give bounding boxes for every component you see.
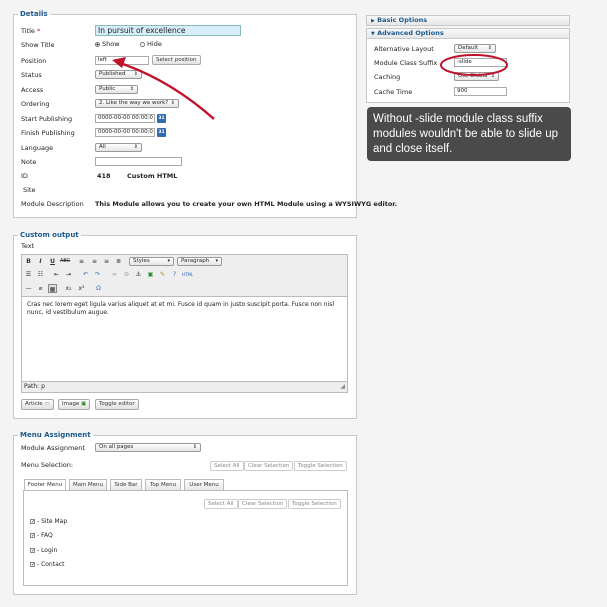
select-arrow-icon: ▾ bbox=[167, 258, 170, 264]
anchor-icon[interactable]: ⚓ bbox=[134, 270, 143, 279]
strikethrough-icon[interactable]: ABC bbox=[60, 257, 70, 266]
remove-format-icon[interactable]: ⌀ bbox=[36, 284, 45, 293]
resize-handle-icon[interactable]: ◢ bbox=[340, 382, 345, 392]
indent-icon[interactable]: ⇥ bbox=[64, 270, 73, 279]
tab-main-menu[interactable]: Main Menu bbox=[69, 479, 107, 490]
tab-side-bar[interactable]: Side Bar bbox=[110, 479, 142, 490]
editor-text: Cras nec lorem eget ligula varius alique… bbox=[27, 301, 335, 316]
special-character-icon[interactable]: Ω bbox=[94, 284, 103, 293]
image-button[interactable]: Image ▣ bbox=[58, 399, 91, 410]
cleanup-icon[interactable]: ✎ bbox=[158, 270, 167, 279]
horizontal-rule-icon[interactable]: — bbox=[24, 284, 33, 293]
select-arrow-icon: ▾ bbox=[215, 258, 218, 264]
toggle-editor-button[interactable]: Toggle editor bbox=[95, 399, 139, 410]
article-icon: ▭ bbox=[44, 401, 50, 407]
annotation-tooltip: Without -slide module class suffix modul… bbox=[367, 107, 571, 161]
module-assignment-select[interactable]: On all pages ⇕ bbox=[95, 443, 201, 452]
article-button[interactable]: Article ▭ bbox=[21, 399, 54, 410]
menu-assignment-legend: Menu Assignment bbox=[20, 431, 91, 439]
subscript-icon[interactable]: x₂ bbox=[64, 284, 73, 293]
image-icon[interactable]: ▣ bbox=[146, 270, 155, 279]
editor-statusbar: Path: p ◢ bbox=[21, 382, 348, 393]
toggle-selection-button[interactable]: Toggle Selection bbox=[294, 461, 347, 471]
editor-content-area[interactable]: Cras nec lorem eget ligula varius alique… bbox=[21, 296, 348, 382]
redo-icon[interactable]: ↷ bbox=[93, 270, 102, 279]
checkbox-checked-icon: ✓ bbox=[30, 562, 36, 568]
align-center-icon[interactable]: ≡ bbox=[90, 257, 99, 266]
html-icon[interactable]: HTML bbox=[182, 270, 193, 279]
help-icon[interactable]: ? bbox=[170, 270, 179, 279]
tab-select-all-button[interactable]: Select All bbox=[204, 499, 238, 509]
align-left-icon[interactable]: ≡ bbox=[77, 257, 86, 266]
tab-user-menu[interactable]: User Menu bbox=[184, 479, 224, 490]
image-icon: ▣ bbox=[80, 401, 87, 407]
menu-item-checkbox[interactable]: ✓ - Contact bbox=[30, 561, 64, 568]
visual-aid-icon[interactable]: ▦ bbox=[48, 284, 57, 293]
unlink-icon[interactable]: ⊘ bbox=[122, 270, 131, 279]
menu-selection-label: Menu Selection: bbox=[21, 461, 74, 469]
styles-select[interactable]: Styles ▾ bbox=[129, 257, 174, 266]
undo-icon[interactable]: ↶ bbox=[81, 270, 90, 279]
checkbox-checked-icon: ✓ bbox=[30, 533, 36, 539]
clear-selection-button[interactable]: Clear Selection bbox=[244, 461, 294, 471]
align-right-icon[interactable]: ≡ bbox=[102, 257, 111, 266]
checkbox-checked-icon: ✓ bbox=[30, 548, 36, 554]
select-arrows-icon: ⇕ bbox=[192, 444, 197, 450]
outdent-icon[interactable]: ⇤ bbox=[52, 270, 61, 279]
superscript-icon[interactable]: x² bbox=[77, 284, 86, 293]
menu-item-checkbox[interactable]: ✓ - FAQ bbox=[30, 532, 53, 539]
link-icon[interactable]: ∞ bbox=[110, 270, 119, 279]
align-justify-icon[interactable]: ≣ bbox=[114, 257, 123, 266]
numbered-list-icon[interactable]: ☷ bbox=[36, 270, 45, 279]
module-assignment-label: Module Assignment bbox=[21, 444, 85, 452]
tab-top-menu[interactable]: Top Menu bbox=[145, 479, 181, 490]
text-label: Text bbox=[21, 242, 35, 250]
bold-icon[interactable]: B bbox=[24, 257, 33, 266]
bullet-list-icon[interactable]: ☰ bbox=[24, 270, 33, 279]
editor-path: Path: p bbox=[24, 383, 45, 390]
checkbox-checked-icon: ✓ bbox=[30, 519, 36, 525]
tab-toggle-selection-button[interactable]: Toggle Selection bbox=[288, 499, 341, 509]
menu-item-checkbox[interactable]: ✓ - Site Map bbox=[30, 518, 67, 525]
underline-icon[interactable]: U bbox=[48, 257, 57, 266]
menu-item-checkbox[interactable]: ✓ - Login bbox=[30, 547, 57, 554]
paragraph-select[interactable]: Paragraph ▾ bbox=[177, 257, 222, 266]
tab-clear-selection-button[interactable]: Clear Selection bbox=[238, 499, 288, 509]
italic-icon[interactable]: I bbox=[36, 257, 45, 266]
select-all-button[interactable]: Select All bbox=[210, 461, 244, 471]
custom-output-legend: Custom output bbox=[20, 231, 79, 239]
